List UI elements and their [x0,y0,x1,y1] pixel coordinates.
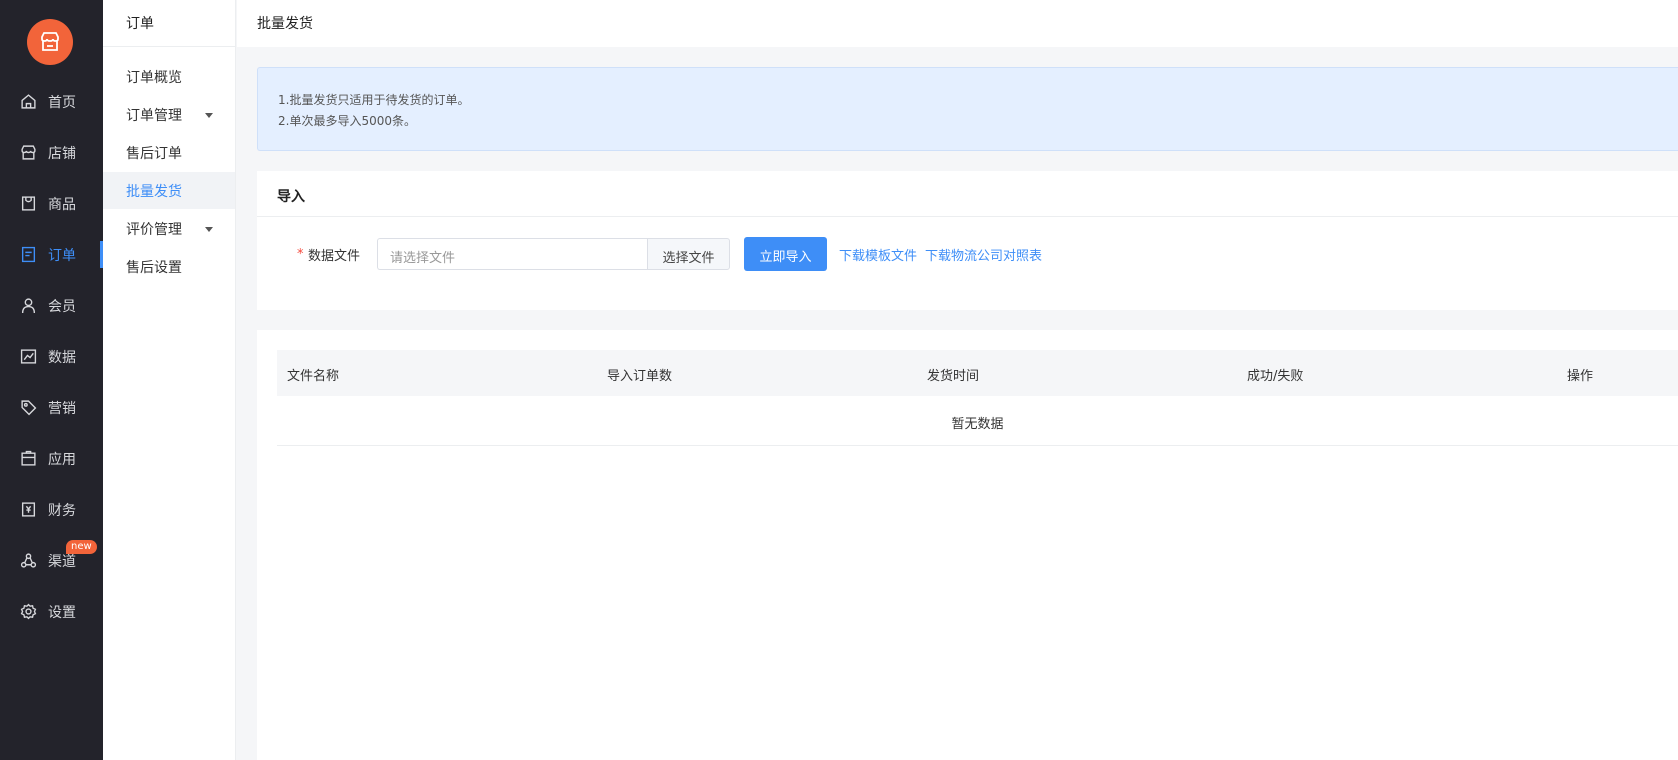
column-header: 文件名称 [287,369,340,384]
page-title: 批量发货 [257,16,313,32]
page-header: 批量发货 [237,0,1678,47]
nav-item-orders[interactable]: 订单 [0,229,103,280]
subnav-item-bulk-shipping[interactable]: 批量发货 [103,172,235,209]
nav-label: 财务 [48,503,76,519]
caret-down-icon [205,113,213,118]
sub-nav: 订单 订单概览 订单管理 售后订单 批量发货 评价管理 售后设置 [103,0,236,760]
new-badge: new [66,540,97,554]
nav-item-home[interactable]: 首页 [0,76,103,127]
nav-item-apps[interactable]: 应用 [0,433,103,484]
subnav-label: 订单概览 [126,70,182,86]
subnav-item-order-management[interactable]: 订单管理 [103,96,235,133]
subnav-item-review-management[interactable]: 评价管理 [103,210,235,247]
table-header: 文件名称 导入订单数 发货时间 成功/失败 操作 [277,350,1678,396]
choose-file-button[interactable]: 选择文件 [647,238,730,270]
notice-banner: 1.批量发货只适用于待发货的订单。 2.单次最多导入5000条。 [257,67,1678,151]
chart-icon [20,349,37,364]
import-card: 导入 * 数据文件 请选择文件 选择文件 立即导入 下载模板文件 下载物流公司对… [257,171,1678,310]
finance-icon [21,502,36,517]
divider [257,216,1678,217]
nav-label: 营销 [48,401,76,417]
subnav-item-after-sales-orders[interactable]: 售后订单 [103,134,235,171]
download-logistics-table-link[interactable]: 下载物流公司对照表 [925,245,1042,264]
nav-item-data[interactable]: 数据 [0,331,103,382]
nav-item-store[interactable]: 店铺 [0,127,103,178]
nav-label: 商品 [48,197,76,213]
nav-item-members[interactable]: 会员 [0,280,103,331]
store-logo[interactable] [27,19,73,65]
order-icon [21,246,36,263]
import-now-button[interactable]: 立即导入 [744,237,827,271]
user-icon [21,298,36,313]
column-header: 导入订单数 [607,369,673,384]
subnav-item-overview[interactable]: 订单概览 [103,58,235,95]
column-header: 发货时间 [927,369,980,384]
nav-label: 数据 [48,350,76,366]
nav-label: 订单 [48,248,76,264]
nav-item-goods[interactable]: 商品 [0,178,103,229]
import-section-title: 导入 [277,189,305,205]
notice-line: 1.批量发货只适用于待发货的订单。 [278,93,470,107]
notice-line: 2.单次最多导入5000条。 [278,114,416,128]
nav-label: 应用 [48,452,76,468]
main-nav: 首页 店铺 商品 订单 会员 数据 营销 应用 财务 渠道 new 设置 [0,0,103,760]
home-icon [21,94,36,109]
nav-label: 设置 [48,605,76,621]
nav-label: 首页 [48,95,76,111]
nav-item-finance[interactable]: 财务 [0,484,103,535]
subnav-label: 售后设置 [126,260,182,276]
empty-state-text: 暂无数据 [277,396,1678,446]
shop-logo-icon [41,32,59,51]
data-file-label: 数据文件 [308,249,361,264]
tag-icon [21,400,37,416]
subnav-item-after-sales-settings[interactable]: 售后设置 [103,248,235,285]
caret-down-icon [205,227,213,232]
file-input[interactable]: 请选择文件 [377,238,648,270]
nav-item-settings[interactable]: 设置 [0,586,103,637]
column-header: 操作 [1567,369,1594,384]
store-icon [21,145,36,160]
gear-icon [20,603,37,620]
channel-icon [20,553,37,568]
goods-icon [21,196,36,211]
download-template-link[interactable]: 下载模板文件 [839,245,917,264]
nav-label: 渠道 [48,554,76,570]
subnav-label: 批量发货 [126,184,182,200]
subnav-label: 订单管理 [126,108,182,124]
nav-label: 会员 [48,299,76,315]
required-mark: * [297,247,304,262]
nav-label: 店铺 [48,146,76,162]
subnav-label: 评价管理 [126,222,182,238]
nav-item-marketing[interactable]: 营销 [0,382,103,433]
subnav-title: 订单 [103,0,236,47]
app-icon [21,450,36,466]
column-header: 成功/失败 [1247,369,1304,384]
import-history-card: 文件名称 导入订单数 发货时间 成功/失败 操作 暂无数据 [257,330,1678,760]
subnav-label: 售后订单 [126,146,182,162]
